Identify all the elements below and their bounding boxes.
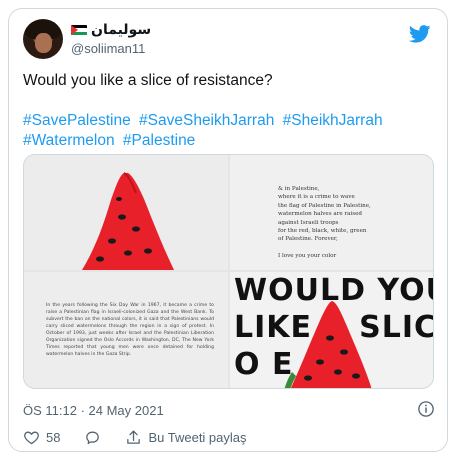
poem-line: for the red, black, white, green	[278, 228, 367, 235]
like-count: 58	[46, 429, 61, 445]
hashtag-link[interactable]: #Palestine	[123, 132, 195, 149]
hashtag-link[interactable]: #SheikhJarrah	[283, 112, 383, 129]
poem-line	[278, 244, 428, 252]
palestine-flag-icon	[71, 24, 87, 36]
poem-line: watermelon halves are raised	[278, 211, 363, 218]
hashtag-link[interactable]: #Watermelon	[23, 132, 115, 149]
media-image-watermelon[interactable]	[24, 155, 228, 270]
poem-line: I love you your color	[278, 252, 337, 259]
share-icon	[127, 429, 141, 444]
reply-icon	[86, 431, 100, 444]
hashtag-line-2: #Watermelon #Palestine	[23, 131, 439, 151]
heart-icon	[24, 431, 39, 444]
watermelon-slice-icon	[284, 301, 372, 388]
media-image-poem[interactable]: & in Palestine, where it is a crime to w…	[230, 155, 433, 270]
avatar[interactable]	[23, 19, 63, 59]
hashtag-link[interactable]: #SaveSheikhJarrah	[139, 112, 274, 129]
tweet-header: سوليمان @soliiman11	[23, 19, 435, 63]
tweet-body: Would you like a slice of resistance? #S…	[23, 71, 439, 151]
tweet-card[interactable]: سوليمان @soliiman11 Would you like a sli…	[8, 8, 448, 452]
action-bar: 58 Bu Tweeti paylaş	[23, 427, 435, 447]
tweet-text: Would you like a slice of resistance?	[23, 72, 273, 89]
display-name-text: سوليمان	[91, 22, 152, 38]
share-button[interactable]: Bu Tweeti paylaş	[125, 429, 247, 446]
watermelon-slice-icon	[82, 172, 174, 270]
like-button[interactable]: 58	[23, 429, 60, 446]
share-label: Bu Tweeti paylaş	[148, 429, 247, 445]
poem-line: & in Palestine,	[278, 186, 320, 192]
poem-text: & in Palestine, where it is a crime to w…	[278, 185, 428, 260]
hashtag-link[interactable]: #SavePalestine	[23, 112, 131, 129]
hashtag-line-1: #SavePalestine #SaveSheikhJarrah #Sheikh…	[23, 111, 439, 131]
poem-line: of Palestine. Forever,	[278, 236, 338, 243]
user-handle[interactable]: @soliiman11	[71, 41, 145, 56]
display-name[interactable]: سوليمان	[71, 22, 151, 38]
twitter-bird-icon[interactable]	[409, 25, 431, 43]
reply-button[interactable]	[84, 429, 101, 446]
poem-line: the flag of Palestine in Palestine,	[278, 202, 371, 209]
tweet-timestamp[interactable]: ÖS 11:12 · 24 May 2021	[23, 403, 164, 418]
poem-line: against Israeli troops	[278, 219, 339, 226]
media-image-history-text[interactable]: In the years following the Six Day War i…	[24, 272, 228, 388]
avatar-face	[35, 33, 52, 53]
media-image-slogan[interactable]: WOULD YOU LIKE A SLICE O E	[230, 272, 433, 388]
info-icon[interactable]	[417, 400, 435, 418]
poem-line: where it is a crime to wave	[278, 194, 355, 201]
media-grid: & in Palestine, where it is a crime to w…	[23, 154, 434, 389]
history-paragraph: In the years following the Six Day War i…	[46, 303, 214, 357]
